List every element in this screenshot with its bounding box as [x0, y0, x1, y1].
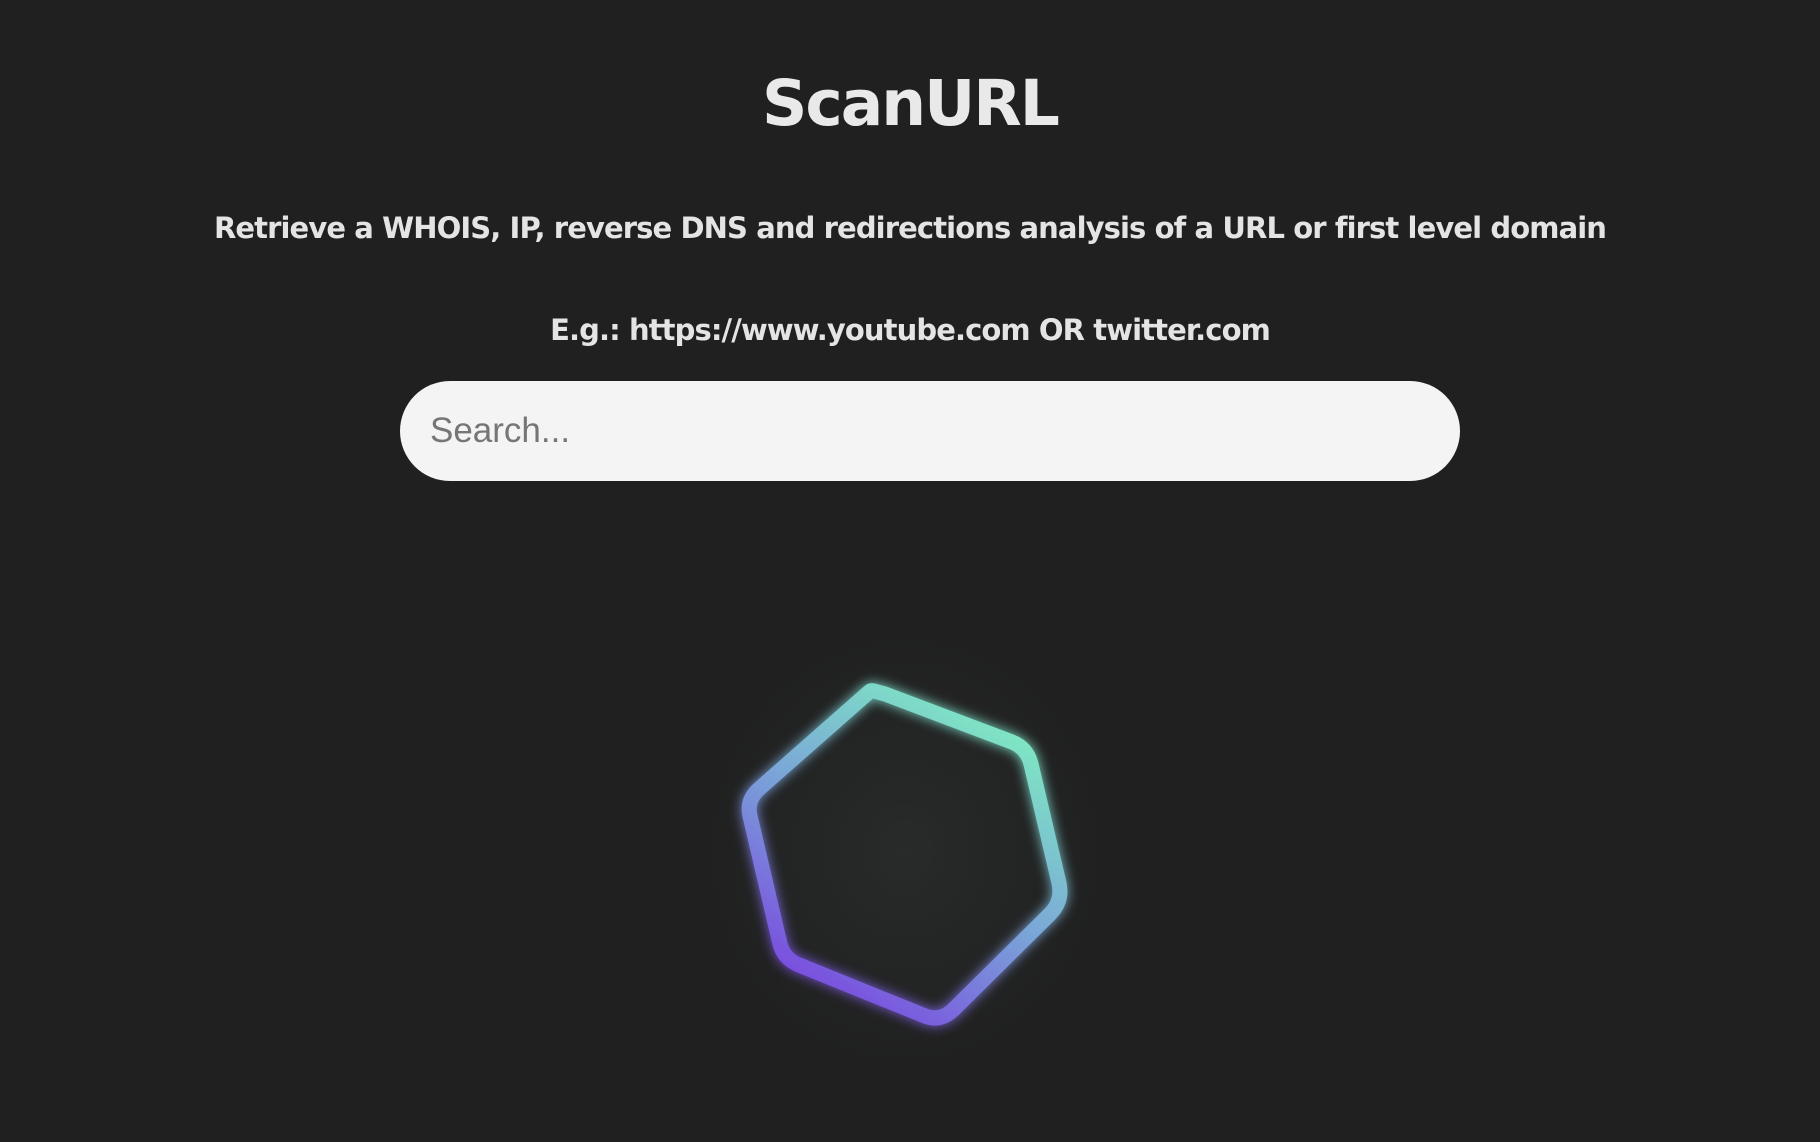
search-bar	[400, 381, 1460, 481]
page: ScanURL Retrieve a WHOIS, IP, reverse DN…	[0, 0, 1820, 1142]
search-input[interactable]	[400, 381, 1460, 481]
page-title: ScanURL	[762, 67, 1060, 140]
example-hint: E.g.: https://www.youtube.com OR twitter…	[550, 313, 1271, 347]
hexagon-loader-icon	[675, 600, 1135, 1100]
loader-glow	[675, 600, 1135, 1100]
page-subtitle: Retrieve a WHOIS, IP, reverse DNS and re…	[213, 211, 1607, 245]
loading-spinner	[640, 560, 1180, 1100]
